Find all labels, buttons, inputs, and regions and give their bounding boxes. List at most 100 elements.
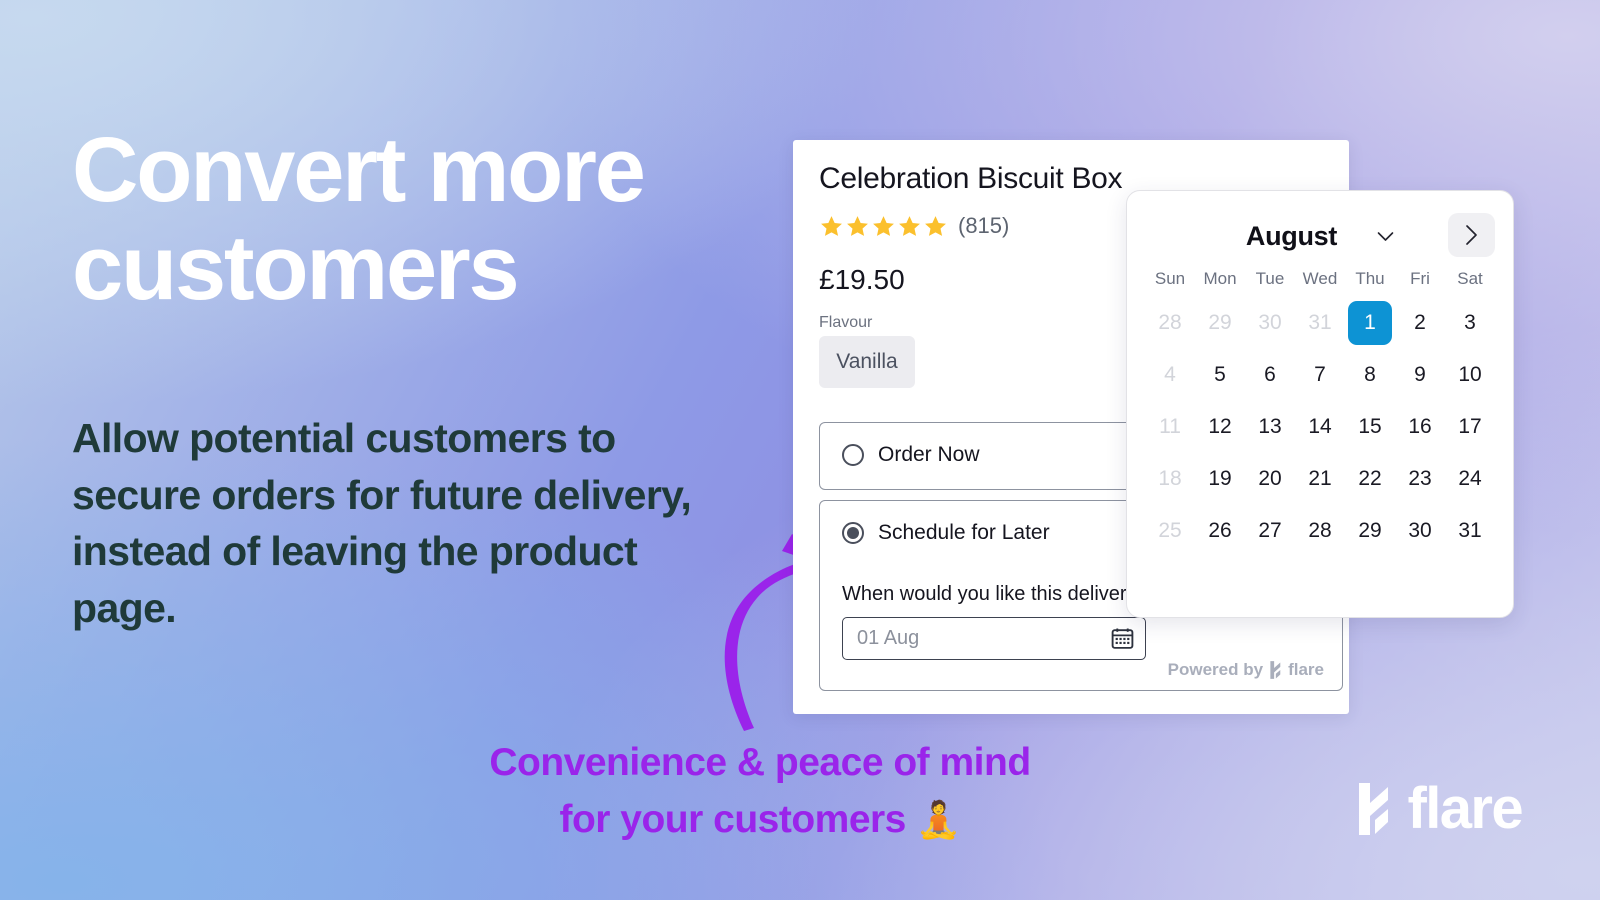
star-icon (899, 215, 920, 236)
calendar-day-number: 13 (1258, 415, 1282, 438)
calendar-day: 11 (1145, 407, 1195, 447)
powered-by-brand: flare (1288, 660, 1324, 679)
promo-banner: Convert more customers Allow potential c… (0, 0, 1600, 900)
calendar-day[interactable]: 14 (1295, 407, 1345, 447)
calendar-day[interactable]: 15 (1345, 407, 1395, 447)
weekday-label: Thu (1355, 269, 1385, 288)
calendar-day-number: 21 (1308, 467, 1332, 490)
calendar-month-label: August (1245, 220, 1338, 251)
calendar-day[interactable]: 5 (1195, 355, 1245, 395)
calendar-day[interactable]: 26 (1195, 511, 1245, 551)
calendar-day-number: 12 (1208, 415, 1232, 438)
star-rating (819, 214, 948, 239)
calendar-day: 18 (1145, 459, 1195, 499)
calendar-day[interactable]: 22 (1345, 459, 1395, 499)
weekday-label: Mon (1203, 269, 1237, 288)
calendar-day-number: 31 (1308, 311, 1332, 334)
calendar-day-number: 16 (1408, 415, 1432, 438)
calendar-day-number: 29 (1358, 519, 1382, 542)
flare-bolt-icon (1270, 661, 1281, 679)
calendar-day[interactable]: 21 (1295, 459, 1345, 499)
star-icon (847, 215, 868, 236)
chevron-down-icon[interactable] (1377, 231, 1394, 242)
meditating-person-emoji: 🧘 (916, 798, 961, 840)
calendar-day-grid: 28 29 30 31 1 2 3 4 5 6 7 8 9 10 11 12 13 14 15 16 17 18 19 20 2… (1145, 301, 1495, 551)
calendar-day-number: 11 (1159, 415, 1181, 438)
hero-caption: Convenience & peace of mind for your cus… (300, 735, 1220, 848)
radio-schedule-later[interactable] (842, 522, 864, 544)
calendar-day[interactable]: 12 (1195, 407, 1245, 447)
calendar-day-number: 1 (1348, 301, 1392, 345)
calendar-day-number: 10 (1458, 363, 1482, 386)
calendar-day-number: 14 (1308, 415, 1332, 438)
calendar-day[interactable]: 2 (1395, 303, 1445, 343)
calendar-day-number: 25 (1158, 519, 1182, 542)
hero-subcopy: Allow potential customers to secure orde… (72, 415, 692, 631)
calendar-day-number: 17 (1458, 415, 1482, 438)
calendar-day[interactable]: 19 (1195, 459, 1245, 499)
delivery-question: When would you like this delivered? (842, 583, 1160, 605)
calendar-day: 30 (1245, 303, 1295, 343)
delivery-date-value: 01 Aug (857, 627, 920, 649)
calendar-day[interactable]: 7 (1295, 355, 1345, 395)
calendar-day-number: 15 (1358, 415, 1382, 438)
flavour-option-vanilla[interactable]: Vanilla (819, 336, 915, 388)
calendar-day: 4 (1145, 355, 1195, 395)
calendar-day[interactable]: 20 (1245, 459, 1295, 499)
calendar-day-selected[interactable]: 1 (1345, 301, 1395, 345)
calendar-icon[interactable] (1110, 626, 1135, 651)
calendar-day-number: 22 (1358, 467, 1382, 490)
calendar-day: 31 (1295, 303, 1345, 343)
calendar-day[interactable]: 8 (1345, 355, 1395, 395)
calendar-day[interactable]: 9 (1395, 355, 1445, 395)
calendar-day[interactable]: 29 (1345, 511, 1395, 551)
flare-logo: flare (1355, 776, 1524, 841)
star-icon (925, 215, 946, 236)
flare-bolt-icon (1359, 783, 1389, 835)
calendar-day[interactable]: 27 (1245, 511, 1295, 551)
calendar-day-number: 31 (1458, 519, 1482, 542)
calendar-day-number: 20 (1258, 467, 1282, 490)
calendar-day[interactable]: 17 (1445, 407, 1495, 447)
radio-order-now[interactable] (842, 444, 864, 466)
caption-line-2: for your customers (559, 797, 906, 841)
calendar-day-number: 7 (1314, 363, 1326, 386)
product-rating: (815) (819, 213, 1009, 239)
calendar-day[interactable]: 28 (1295, 511, 1345, 551)
delivery-date-input[interactable]: 01 Aug (842, 617, 1146, 660)
calendar-day-number: 26 (1208, 519, 1232, 542)
calendar-day[interactable]: 10 (1445, 355, 1495, 395)
calendar-day[interactable]: 16 (1395, 407, 1445, 447)
option-order-now-label: Order Now (878, 443, 980, 466)
calendar-header: August (1145, 209, 1495, 263)
product-price: £19.50 (819, 264, 905, 295)
calendar-day[interactable]: 13 (1245, 407, 1295, 447)
product-title: Celebration Biscuit Box (819, 162, 1123, 195)
calendar-day-number: 29 (1208, 311, 1232, 334)
calendar-day[interactable]: 23 (1395, 459, 1445, 499)
calendar-day-number: 28 (1158, 311, 1182, 334)
calendar-day[interactable]: 24 (1445, 459, 1495, 499)
weekday-label: Fri (1410, 269, 1430, 288)
calendar-day-number: 27 (1258, 519, 1282, 542)
calendar-day[interactable]: 6 (1245, 355, 1295, 395)
date-picker-popup: August Sun Mon Tue Wed Thu Fri Sat 28 29 3… (1126, 190, 1514, 618)
calendar-day-number: 8 (1364, 363, 1376, 386)
calendar-day-number: 5 (1214, 363, 1226, 386)
calendar-day[interactable]: 31 (1445, 511, 1495, 551)
calendar-day-number: 3 (1464, 311, 1476, 334)
calendar-day[interactable]: 3 (1445, 303, 1495, 343)
powered-by-label: Powered by (1167, 660, 1264, 679)
option-schedule-later-label: Schedule for Later (878, 521, 1050, 544)
calendar-day-number: 19 (1208, 467, 1232, 490)
powered-by-flare: Powered by flare (1168, 660, 1324, 680)
weekday-label: Tue (1255, 269, 1285, 288)
next-month-button[interactable] (1448, 213, 1495, 257)
caption-line-1: Convenience & peace of mind (489, 741, 1031, 784)
flare-wordmark: flare (1407, 776, 1523, 841)
weekday-label: Sat (1457, 269, 1483, 288)
calendar-day-number: 23 (1408, 467, 1432, 490)
flavour-label: Flavour (819, 314, 873, 331)
calendar-weekday-row: Sun Mon Tue Wed Thu Fri Sat (1145, 269, 1495, 289)
calendar-day[interactable]: 30 (1395, 511, 1445, 551)
